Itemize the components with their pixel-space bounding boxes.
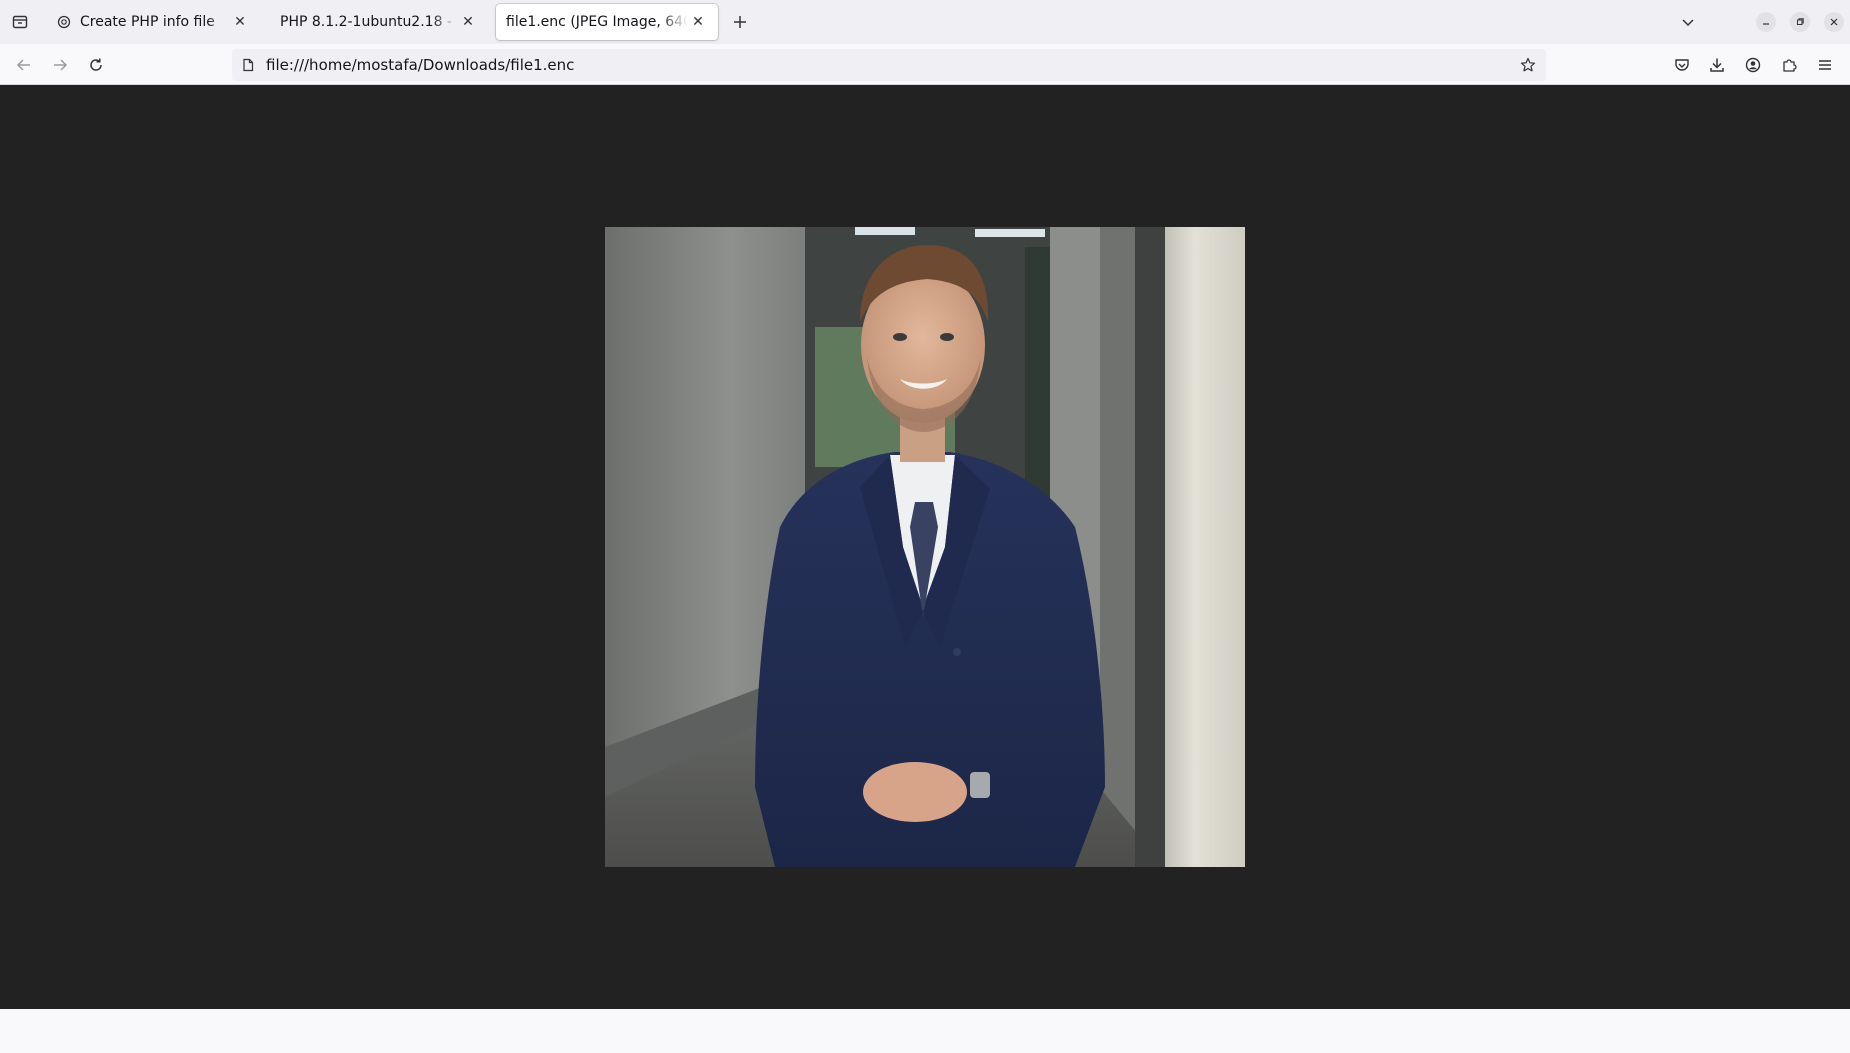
tab-create-php-info[interactable]: Create PHP info file ✕	[46, 4, 260, 40]
tab-phpinfo[interactable]: PHP 8.1.2-1ubuntu2.18 - phpinfo() ✕	[270, 4, 488, 40]
back-arrow-icon[interactable]	[11, 52, 37, 78]
close-icon[interactable]: ✕	[230, 12, 250, 32]
star-icon[interactable]	[1516, 53, 1540, 77]
close-icon[interactable]	[1824, 12, 1844, 32]
close-icon[interactable]: ✕	[688, 12, 708, 32]
download-icon[interactable]	[1704, 52, 1730, 78]
tab-strip: Create PHP info file ✕ PHP 8.1.2-1ubuntu…	[0, 0, 1850, 44]
hamburger-menu-icon[interactable]	[1812, 52, 1838, 78]
account-icon[interactable]	[1740, 52, 1766, 78]
image-viewer	[0, 85, 1850, 1009]
page-icon	[240, 57, 256, 73]
pocket-icon[interactable]	[1669, 52, 1695, 78]
tab-label: PHP 8.1.2-1ubuntu2.18 - phpinfo()	[280, 14, 458, 30]
plus-icon[interactable]	[728, 10, 752, 34]
close-icon[interactable]: ✕	[458, 12, 478, 32]
portrait-photo[interactable]	[605, 227, 1245, 867]
tab-label: Create PHP info file	[80, 14, 215, 30]
restore-icon[interactable]	[1790, 12, 1810, 32]
portrait-image	[605, 227, 1245, 867]
status-area	[0, 1009, 1850, 1053]
navigation-toolbar: file:///home/mostafa/Downloads/file1.enc	[0, 44, 1850, 85]
address-bar[interactable]: file:///home/mostafa/Downloads/file1.enc	[232, 49, 1546, 81]
tab-list-icon[interactable]	[8, 10, 32, 34]
reload-icon[interactable]	[83, 52, 109, 78]
forward-arrow-icon[interactable]	[47, 52, 73, 78]
tab-file1-enc[interactable]: file1.enc (JPEG Image, 640 × 640 pixels)…	[496, 4, 718, 40]
puzzle-icon[interactable]	[1776, 52, 1802, 78]
chatgpt-icon	[56, 14, 72, 30]
url-text[interactable]: file:///home/mostafa/Downloads/file1.enc	[266, 56, 1516, 74]
tab-label: file1.enc (JPEG Image, 640 × 640 pixels)	[506, 14, 688, 30]
minimize-icon[interactable]	[1756, 12, 1776, 32]
chevron-down-icon[interactable]	[1676, 10, 1700, 34]
